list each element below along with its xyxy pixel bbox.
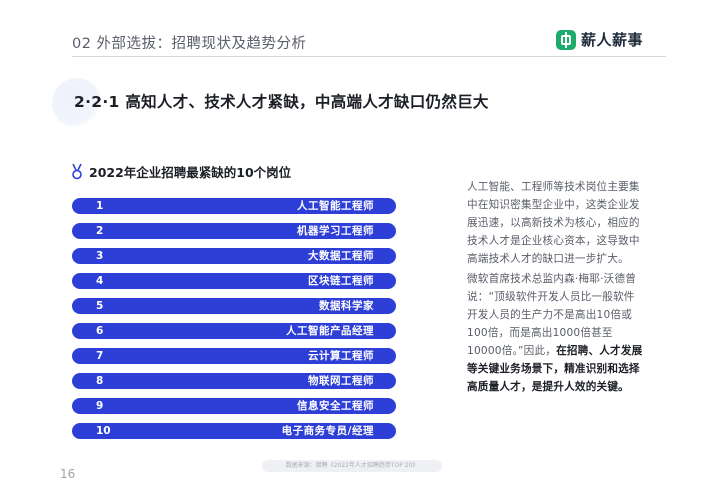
paragraph-1: 人工智能、工程师等技术岗位主要集中在知识密集型企业中，这类企业发展迅速，以高新技… [467,181,640,265]
position-name: 电子商务专员/经理 [281,425,374,437]
ranking-row: 3 大数据工程师 [72,248,396,264]
rank-number: 2 [96,225,104,237]
ranking-row: 6 人工智能产品经理 [72,323,396,339]
ranking-list: 1 人工智能工程师 2 机器学习工程师 3 大数据工程师 4 区块链工程师 5 数据科学家 6 人工智… [72,198,396,448]
list-title: 2022年企业招聘最紧缺的10个岗位 [89,165,292,180]
ranking-row: 7 云计算工程师 [72,348,396,364]
ranking-row: 9 信息安全工程师 [72,398,396,414]
ranking-row: 4 区块链工程师 [72,273,396,289]
rank-number: 5 [96,300,104,312]
position-name: 大数据工程师 [308,250,374,262]
rank-number: 1 [96,200,104,212]
position-name: 数据科学家 [319,300,374,312]
position-name: 云计算工程师 [308,350,374,362]
ranking-row: 8 物联网工程师 [72,373,396,389]
page-number: 16 [60,467,76,481]
rank-number: 6 [96,325,104,337]
position-name: 人工智能工程师 [297,200,374,212]
ranking-row: 2 机器学习工程师 [72,223,396,239]
position-name: 物联网工程师 [308,375,374,387]
rank-number: 8 [96,375,104,387]
brand: 薪人薪事 [556,29,643,50]
source-note: 数据来源：猎聘《2022年人才招聘趋势TOP 20》 [262,460,442,472]
brand-name: 薪人薪事 [581,31,644,49]
rank-number: 7 [96,350,104,362]
ranking-row: 10 电子商务专员/经理 [72,423,396,439]
position-name: 人工智能产品经理 [286,325,374,337]
rank-number: 9 [96,400,104,412]
header-divider [72,56,666,57]
medal-icon [72,163,82,180]
rank-number: 3 [96,250,104,262]
position-name: 机器学习工程师 [297,225,374,237]
position-name: 信息安全工程师 [297,400,374,412]
position-name: 区块链工程师 [308,275,374,287]
list-heading: 2022年企业招聘最紧缺的10个岗位 [72,162,291,181]
ranking-row: 1 人工智能工程师 [72,198,396,214]
logo-icon [556,29,576,50]
paragraph-2: 微软首席技术总监内森·梅耶·沃德曾说：“顶级软件开发人员比一般软件开发人员的生产… [467,270,643,396]
rank-number: 10 [96,425,111,437]
section-title: 2·2·1 高知人才、技术人才紧缺，中高端人才缺口仍然巨大 [74,93,489,111]
header-title: 02 外部选拔：招聘现状及趋势分析 [72,36,307,52]
ranking-row: 5 数据科学家 [72,298,396,314]
rank-number: 4 [96,275,104,287]
